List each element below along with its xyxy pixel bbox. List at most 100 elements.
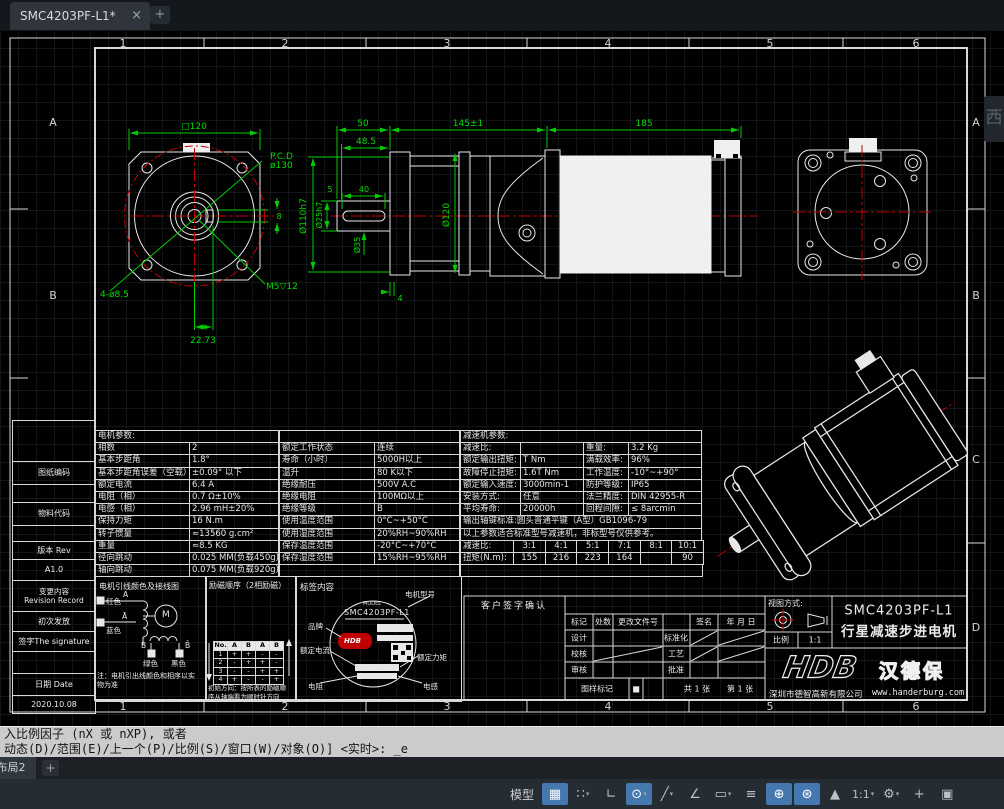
chevron-down-icon[interactable]: ▾ (871, 790, 875, 798)
environment-params-table: 额定工作状态连续寿命（小时）5000H以上温升80 K以下绝缘耐压500V A.… (279, 430, 460, 577)
command-history-line: 入比例因子 (nX 或 nXP), 或者 (0, 727, 1004, 742)
excitation-header-cell: No. (214, 642, 228, 651)
tb-approve: 批准 (668, 665, 684, 676)
snap-mode-toggle[interactable]: ∷▾ (570, 783, 596, 805)
lineweight-toggle[interactable]: ≡ (738, 783, 764, 805)
table-cell: 7:1 (609, 541, 641, 553)
status-bar: 模型 ▦∷▾∟⊙▾╱▾∠▭▾≡⊕⊛▲1:1▾⚙▾+▣ (0, 779, 1004, 809)
revision-strip-row: 2020.10.08 (13, 696, 95, 713)
th-count: 处数 (595, 617, 611, 628)
callout-brand: 品牌 (308, 621, 323, 632)
tb-check: 校核 (571, 649, 587, 660)
revision-strip-row: 日期 Date (13, 674, 95, 696)
isolate-objects-button[interactable]: ▣ (934, 783, 960, 805)
company-name: 深圳市德智高新有限公司 (769, 688, 863, 700)
excitation-cell: + (256, 659, 270, 668)
excitation-cell: 2 (214, 659, 228, 668)
command-input-line[interactable]: 动态(D)/范围(E)/上一个(P)/比例(S)/窗口(W)/对象(O)] <实… (0, 742, 1004, 757)
table-cell: 绝缘等级 (280, 504, 375, 516)
table-cell: 80 K以下 (375, 468, 460, 480)
revision-strip: 图纸编码物料代码版本 RevA1.0变更内容 Revision Record初次… (12, 420, 96, 714)
layout-tab[interactable]: 布局2 (0, 757, 36, 779)
reduction-ratio-table: 减速比:3:14:15:17:18:110:1扭矩(N.m):155216223… (460, 540, 704, 565)
table-cell: T Nm (521, 455, 584, 467)
table-cell: 额定电流 (96, 480, 190, 492)
new-tab-button[interactable]: + (150, 6, 170, 24)
excitation-note: 初始方向：按所表的励磁顺序从轴端看为顺时针方向 (208, 684, 290, 701)
excitation-cell: + (256, 668, 270, 677)
polar-tracking-toggle[interactable]: ⊙▾ (626, 783, 652, 805)
table-cell: 16 N.m (190, 516, 279, 528)
table-cell (521, 443, 584, 455)
chevron-down-icon[interactable]: ▾ (586, 790, 590, 798)
table-cell: 5000H以上 (375, 455, 460, 467)
excitation-cell: - (270, 651, 284, 660)
table-cell: 温升 (280, 468, 375, 480)
table-cell: 故障停止扭矩: (461, 468, 521, 480)
tb-standardize: 标准化 (664, 633, 688, 644)
company-website: www.handerburg.com (872, 688, 964, 698)
object-snap-toggle[interactable]: ⊕ (766, 783, 792, 805)
grid-display-toggle[interactable]: ▦ (542, 783, 568, 805)
table-cell: 寿命（小时） (280, 455, 375, 467)
phase-a-bar-label: Ā (122, 612, 127, 621)
customization-settings-button[interactable]: ⚙▾ (878, 783, 904, 805)
table-cell: 满载效率: (584, 455, 629, 467)
table-cell (280, 431, 460, 443)
excitation-cell: + (270, 668, 284, 677)
revision-strip-row (13, 526, 95, 542)
table-cell: IP65 (629, 480, 702, 492)
table-cell: 安装方式: (461, 492, 521, 504)
motor-params-table: 电机参数:相数2基本步距角1.8°基本步距角误差（空载）±0.09° 以下额定电… (95, 430, 279, 577)
document-tab[interactable]: SMC4203PF-L1* × (10, 2, 150, 30)
chevron-down-icon[interactable]: ▾ (896, 790, 900, 798)
table-cell: -20°C~+70°C (375, 541, 460, 553)
table-cell: 减速比: (461, 443, 521, 455)
table-cell: 15%RH~95%RH (375, 553, 460, 565)
th-sign: 签名 (696, 617, 712, 628)
isometric-drafting-toggle[interactable]: ╱▾ (654, 783, 680, 805)
revision-strip-row (13, 485, 95, 503)
table-cell: 10:1 (672, 541, 703, 553)
table-cell: 96% (629, 455, 702, 467)
excitation-cell: + (242, 659, 256, 668)
table-cell: 绝缘电阻 (280, 492, 375, 504)
table-cell: 重量: (584, 443, 629, 455)
part-number: SMC4203PF-L1 (844, 604, 953, 619)
chevron-down-icon[interactable]: ▾ (643, 790, 647, 798)
scale-label: 比例 (773, 635, 789, 646)
ortho-mode-toggle[interactable]: ∟ (598, 783, 624, 805)
revision-strip-row: 初次发放 (13, 612, 95, 632)
annotation-visibility-toggle[interactable]: ▲ (822, 783, 848, 805)
object-snap-tracking-toggle[interactable]: ∠ (682, 783, 708, 805)
revision-strip-row: 版本 Rev (13, 542, 95, 560)
excitation-header-cell: A (228, 642, 242, 651)
chevron-down-icon[interactable]: ▾ (728, 790, 732, 798)
table-cell: 3:1 (514, 541, 546, 553)
add-layout-button[interactable]: + (42, 760, 59, 776)
excitation-cell: + (228, 651, 242, 660)
part-name: 行星减速步进电机 (841, 620, 957, 640)
tb-design: 设计 (571, 633, 587, 644)
close-icon[interactable]: × (131, 2, 142, 30)
model-space-button[interactable]: 模型 (504, 786, 540, 803)
annotation-scale-button[interactable]: 1:1▾ (850, 783, 876, 805)
tb-mark-label: 图样标记 (581, 684, 613, 695)
table-cell: 500V A.C (375, 480, 460, 492)
table-cell: 20000h (521, 504, 584, 516)
crosshair-button[interactable]: + (906, 783, 932, 805)
chevron-down-icon[interactable]: ▾ (670, 790, 674, 798)
table-cell: 使用湿度范围 (280, 529, 375, 541)
callout-model: 电机型号 (405, 589, 435, 600)
table-cell: 基本步距角 (96, 455, 190, 467)
callout-inductance: 电感 (423, 681, 438, 692)
document-tab-label: SMC4203PF-L1* (20, 9, 116, 23)
spec-table-footer (460, 564, 703, 577)
excitation-cell: - (270, 659, 284, 668)
dynamic-input-toggle[interactable]: ▭▾ (710, 783, 736, 805)
revision-strip-row (13, 421, 95, 462)
plate-model-label: MODEL (363, 601, 381, 607)
wire-red-label: 红色 (106, 596, 121, 607)
tb-sheet-no: 第 1 张 (727, 684, 753, 695)
object-snap-3d-toggle[interactable]: ⊛ (794, 783, 820, 805)
